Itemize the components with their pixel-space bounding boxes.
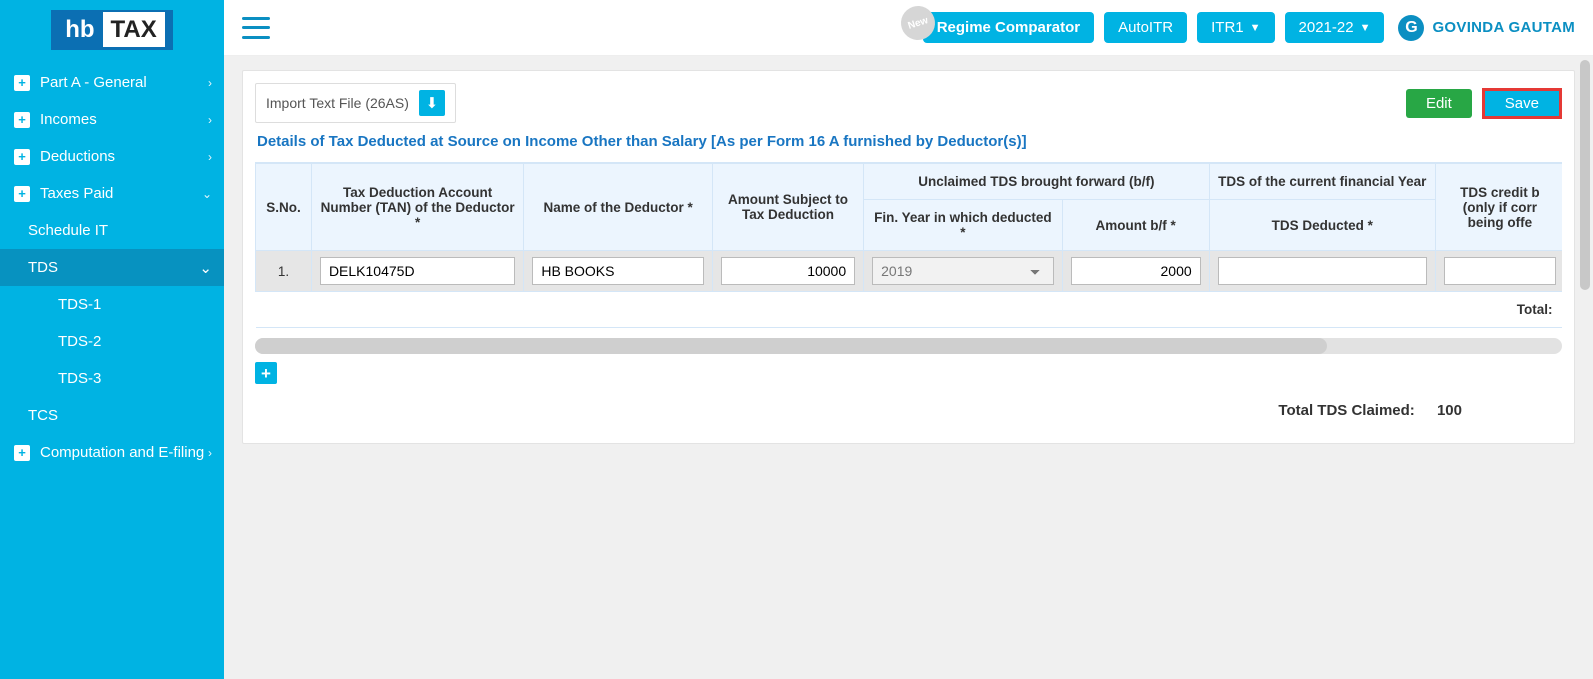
- sidebar: hbTAX + Part A - General › + Incomes › +…: [0, 0, 224, 679]
- vertical-scrollbar[interactable]: [1580, 60, 1590, 660]
- sidebar-item-label: TDS: [28, 259, 58, 276]
- topbar: New Regime Comparator AutoITR ITR1 ▼ 202…: [224, 0, 1593, 56]
- chevron-down-icon: ▼: [1250, 22, 1261, 34]
- import-text-file-button[interactable]: Import Text File (26AS) ⬇: [255, 83, 456, 123]
- sidebar-item-tds3[interactable]: TDS-3: [0, 360, 224, 397]
- col-amount-bf: Amount b/f *: [1062, 200, 1209, 251]
- amount-bf-input[interactable]: [1071, 257, 1201, 285]
- sidebar-item-tds1[interactable]: TDS-1: [0, 286, 224, 323]
- button-label: Import Text File (26AS): [266, 95, 409, 111]
- sidebar-item-label: Taxes Paid: [40, 185, 113, 202]
- total-tds-label: Total TDS Claimed:: [1278, 402, 1414, 419]
- total-label: Total:: [256, 292, 1563, 328]
- col-tds-current: TDS of the current financial Year: [1209, 164, 1435, 200]
- button-label: 2021-22: [1299, 19, 1354, 36]
- table-wrap: S.No. Tax Deduction Account Number (TAN)…: [255, 162, 1562, 328]
- tds-deducted-input[interactable]: [1218, 257, 1427, 285]
- sidebar-item-incomes[interactable]: + Incomes ›: [0, 101, 224, 138]
- sidebar-item-deductions[interactable]: + Deductions ›: [0, 138, 224, 175]
- download-icon: ⬇: [419, 90, 445, 116]
- chevron-down-icon: ▼: [1360, 22, 1371, 34]
- sidebar-item-computation[interactable]: + Computation and E-filing ›: [0, 434, 224, 471]
- itr-dropdown[interactable]: ITR1 ▼: [1197, 12, 1274, 43]
- avatar[interactable]: G: [1398, 15, 1424, 41]
- total-tds-value: 100: [1437, 402, 1462, 419]
- button-label: ITR1: [1211, 19, 1244, 36]
- chevron-right-icon: ›: [208, 150, 212, 164]
- add-row-button[interactable]: +: [255, 362, 277, 384]
- fin-year-select[interactable]: 2019: [872, 257, 1054, 285]
- col-unclaimed: Unclaimed TDS brought forward (b/f): [864, 164, 1210, 200]
- chevron-down-icon: ⌄: [199, 259, 212, 277]
- col-amount-subject: Amount Subject to Tax Deduction: [712, 164, 863, 251]
- edit-button[interactable]: Edit: [1406, 89, 1472, 118]
- sidebar-item-label: Incomes: [40, 111, 97, 128]
- sidebar-item-tds[interactable]: TDS ⌄: [0, 249, 224, 286]
- tan-input[interactable]: [320, 257, 515, 285]
- table-row: 1. 2019: [256, 251, 1563, 292]
- logo-tax: TAX: [103, 12, 165, 47]
- section-title: Details of Tax Deducted at Source on Inc…: [257, 133, 1562, 150]
- save-button[interactable]: Save: [1482, 88, 1562, 119]
- plus-icon: +: [14, 149, 30, 165]
- username[interactable]: GOVINDA GAUTAM: [1432, 19, 1575, 36]
- tds-table: S.No. Tax Deduction Account Number (TAN)…: [255, 163, 1562, 328]
- deductor-name-input[interactable]: [532, 257, 704, 285]
- amount-subject-input[interactable]: [721, 257, 855, 285]
- plus-icon: +: [14, 75, 30, 91]
- tds-credit-input[interactable]: [1444, 257, 1556, 285]
- plus-icon: +: [14, 112, 30, 128]
- new-badge: New: [896, 2, 939, 45]
- chevron-down-icon: ⌄: [202, 187, 212, 201]
- sidebar-item-parta[interactable]: + Part A - General ›: [0, 64, 224, 101]
- col-fin-year: Fin. Year in which deducted *: [864, 200, 1063, 251]
- year-dropdown[interactable]: 2021-22 ▼: [1285, 12, 1385, 43]
- total-row: Total:: [256, 292, 1563, 328]
- cell-sno: 1.: [256, 251, 312, 292]
- sidebar-item-tcs[interactable]: TCS: [0, 397, 224, 434]
- plus-icon: +: [14, 186, 30, 202]
- chevron-right-icon: ›: [208, 446, 212, 460]
- logo-hb: hb: [59, 12, 100, 47]
- chevron-right-icon: ›: [208, 113, 212, 127]
- button-label: Regime Comparator: [937, 19, 1080, 36]
- sidebar-item-label: Part A - General: [40, 74, 147, 91]
- regime-comparator-button[interactable]: New Regime Comparator: [923, 12, 1094, 43]
- autoitr-button[interactable]: AutoITR: [1104, 12, 1187, 43]
- sidebar-item-scheduleit[interactable]: Schedule IT: [0, 212, 224, 249]
- footer-total: Total TDS Claimed: 100: [255, 402, 1562, 419]
- chevron-right-icon: ›: [208, 76, 212, 90]
- scrollbar-thumb[interactable]: [255, 338, 1327, 354]
- sidebar-item-taxespaid[interactable]: + Taxes Paid ⌄: [0, 175, 224, 212]
- sidebar-item-tds2[interactable]: TDS-2: [0, 323, 224, 360]
- col-name: Name of the Deductor *: [524, 164, 713, 251]
- sidebar-item-label: Computation and E-filing: [40, 444, 204, 461]
- col-tds-credit: TDS credit b(only if corrbeing offe: [1435, 164, 1562, 251]
- sidebar-item-label: Deductions: [40, 148, 115, 165]
- main: New Regime Comparator AutoITR ITR1 ▼ 202…: [224, 0, 1593, 679]
- horizontal-scrollbar[interactable]: [255, 338, 1562, 354]
- panel: Import Text File (26AS) ⬇ Edit Save Deta…: [242, 70, 1575, 444]
- logo: hbTAX: [0, 0, 224, 64]
- col-sno: S.No.: [256, 164, 312, 251]
- col-tds-deducted: TDS Deducted *: [1209, 200, 1435, 251]
- menu-icon[interactable]: [242, 17, 270, 39]
- col-tan: Tax Deduction Account Number (TAN) of th…: [311, 164, 523, 251]
- plus-icon: +: [14, 445, 30, 461]
- scrollbar-thumb[interactable]: [1580, 60, 1590, 290]
